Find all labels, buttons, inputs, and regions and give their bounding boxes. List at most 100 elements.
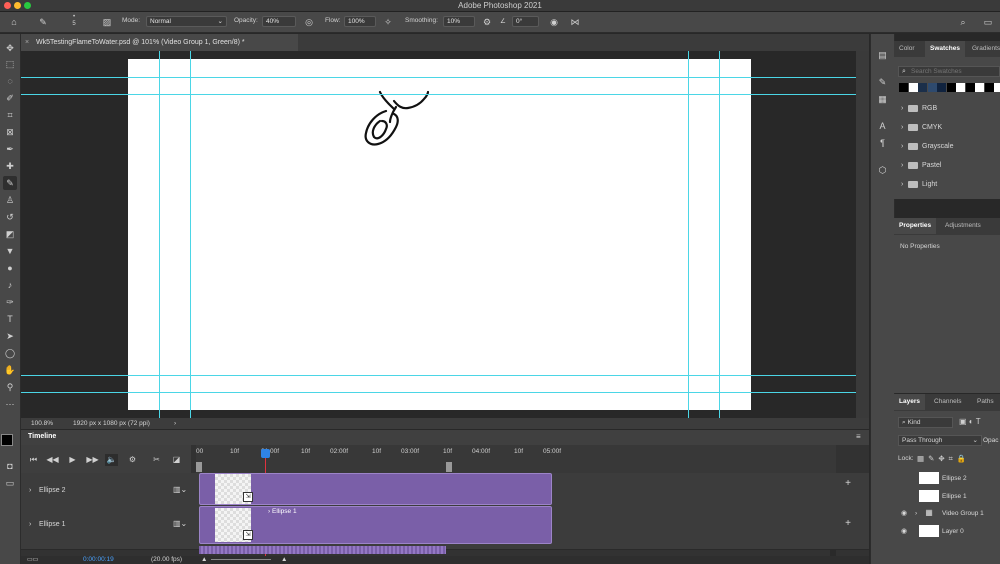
paint-bucket-tool-icon[interactable]: ▼ [3, 244, 17, 258]
crop-tool-icon[interactable]: ⌗ [3, 108, 17, 122]
vertical-scrollbar[interactable] [856, 51, 869, 418]
timecode[interactable]: 0:00:00:19 [83, 556, 114, 563]
pressure-opacity-icon[interactable]: ◎ [302, 15, 316, 29]
ellipse-tool-icon[interactable]: ◯ [3, 346, 17, 360]
hand-tool-icon[interactable]: ✋ [3, 363, 17, 377]
brush-settings-panel-icon[interactable]: ✎ [875, 75, 890, 89]
layer-row[interactable]: ◉ › ▦ Video Group 1 [894, 505, 1000, 522]
workspace-icon[interactable]: ▭ [981, 15, 995, 29]
color-swatch[interactable] [908, 83, 918, 92]
add-media-button[interactable]: + [843, 479, 853, 489]
close-tab-icon[interactable]: × [25, 34, 29, 51]
quick-select-tool-icon[interactable]: ✐ [3, 91, 17, 105]
brush-settings-icon[interactable]: ▨ [100, 15, 114, 29]
eyedropper-tool-icon[interactable]: ✒ [3, 142, 17, 156]
zoom-in-icon[interactable]: ▲ [281, 556, 287, 563]
layer-filter-icons[interactable]: ▣ ◐ T [959, 417, 981, 426]
transition-icon[interactable]: ◪ [170, 454, 183, 466]
color-swatch[interactable] [994, 83, 1000, 92]
search-swatches-field[interactable]: ⌕ [898, 66, 1000, 77]
frame-tool-icon[interactable]: ⊠ [3, 125, 17, 139]
zoom-out-icon[interactable]: ▲ [201, 556, 207, 563]
visibility-eye-icon[interactable]: ◉ [901, 523, 907, 540]
color-swatch[interactable] [927, 83, 937, 92]
timeline-menu-icon[interactable]: ≡ [856, 432, 861, 441]
tab-color[interactable]: Color [894, 41, 920, 57]
brush-size-picker[interactable]: • 5 [60, 14, 88, 30]
tab-layers[interactable]: Layers [894, 394, 925, 410]
expand-chevron-icon[interactable]: › [29, 487, 31, 494]
flow-input[interactable]: 100% [344, 16, 376, 27]
layer-row[interactable]: ◉ Layer 0 [894, 523, 1000, 540]
smoothing-options-icon[interactable]: ⚙ [480, 15, 494, 29]
tab-properties[interactable]: Properties [894, 218, 937, 234]
character-panel-icon[interactable]: A [875, 119, 890, 133]
work-area-start-handle[interactable] [196, 462, 202, 472]
symmetry-icon[interactable]: ⋈ [568, 15, 582, 29]
color-swatch[interactable] [946, 83, 956, 92]
lasso-tool-icon[interactable]: ◌ [3, 74, 17, 88]
path-select-tool-icon[interactable]: ➤ [3, 329, 17, 343]
blur-tool-icon[interactable]: ● [3, 261, 17, 275]
smoothing-input[interactable]: 10% [443, 16, 475, 27]
document-tab[interactable]: × Wk5TestingFlameToWater.psd @ 101% (Vid… [21, 34, 298, 51]
blend-mode-select[interactable]: Pass Through ⌄ [898, 435, 982, 446]
pressure-size-icon[interactable]: ◉ [547, 15, 561, 29]
marquee-tool-icon[interactable]: ⬚ [3, 57, 17, 71]
search-icon[interactable]: ⌕ [956, 15, 970, 29]
angle-input[interactable]: 0° [512, 16, 539, 27]
color-swatch[interactable] [984, 83, 994, 92]
color-swatch[interactable] [937, 83, 946, 92]
color-swatch[interactable] [965, 83, 975, 92]
move-tool-icon[interactable]: ✥ [3, 41, 17, 55]
tab-gradients[interactable]: Gradients [967, 41, 1000, 57]
swatch-folder[interactable]: › RGB [894, 99, 1000, 118]
brush-tool-icon[interactable]: ✎ [3, 176, 17, 190]
film-strip-icon[interactable]: ▥⌄ [173, 485, 187, 494]
history-brush-tool-icon[interactable]: ↺ [3, 210, 17, 224]
search-swatches-input[interactable] [911, 67, 997, 76]
layer-row[interactable]: Ellipse 1 [894, 488, 1000, 505]
healing-tool-icon[interactable]: ✚ [3, 159, 17, 173]
add-media-button[interactable]: + [843, 519, 853, 529]
color-swatch[interactable] [956, 83, 965, 92]
lock-icons[interactable]: ▦✎✥⌗🔒 [917, 454, 970, 464]
color-swatch[interactable] [918, 83, 927, 92]
work-area-end-handle[interactable] [446, 462, 452, 472]
mode-select[interactable]: Normal ⌄ [146, 16, 227, 27]
next-frame-icon[interactable]: ▶▶ [86, 454, 99, 466]
zoom-level[interactable]: 100.8% [31, 418, 53, 429]
expand-chevron-icon[interactable]: › [915, 505, 917, 522]
playback-settings-icon[interactable]: ⚙ [126, 454, 139, 466]
brush-preset-icon[interactable]: ✎ [36, 15, 50, 29]
layer-filter-select[interactable]: ⌕ Kind [898, 417, 953, 428]
brushes-panel-icon[interactable]: ▦ [875, 92, 890, 106]
airbrush-icon[interactable]: ✧ [381, 15, 395, 29]
film-strip-icon[interactable]: ▥⌄ [173, 519, 187, 528]
first-frame-icon[interactable]: ⏮ [27, 454, 40, 466]
history-panel-icon[interactable]: ▤ [875, 48, 890, 62]
3d-panel-icon[interactable]: ⬡ [875, 163, 890, 177]
tab-adjustments[interactable]: Adjustments [940, 218, 986, 234]
swatch-folder[interactable]: › Grayscale [894, 137, 1000, 156]
document-canvas[interactable] [128, 59, 751, 410]
render-icon[interactable]: ▭▭ [27, 556, 38, 563]
zoom-slider[interactable] [211, 559, 271, 560]
previous-frame-icon[interactable]: ◀◀ [46, 454, 59, 466]
home-icon[interactable]: ⌂ [7, 15, 21, 29]
stamp-tool-icon[interactable]: ♙ [3, 193, 17, 207]
swatch-folder[interactable]: › Light [894, 175, 1000, 194]
tab-swatches[interactable]: Swatches [925, 41, 965, 57]
split-scissors-icon[interactable]: ✂ [150, 454, 163, 466]
tab-paths[interactable]: Paths [972, 394, 999, 410]
expand-chevron-icon[interactable]: › [29, 521, 31, 528]
more-tools-icon[interactable]: ⋯ [3, 397, 17, 411]
layer-row[interactable]: Ellipse 2 [894, 470, 1000, 487]
swatch-folder[interactable]: › Pastel [894, 156, 1000, 175]
foreground-color[interactable] [1, 434, 13, 446]
screen-mode-icon[interactable]: ▭ [3, 476, 17, 490]
play-icon[interactable]: ▶ [66, 454, 79, 466]
swatch-folder[interactable]: › CMYK [894, 118, 1000, 137]
zoom-tool-icon[interactable]: ⚲ [3, 380, 17, 394]
color-swatch[interactable] [975, 83, 984, 92]
